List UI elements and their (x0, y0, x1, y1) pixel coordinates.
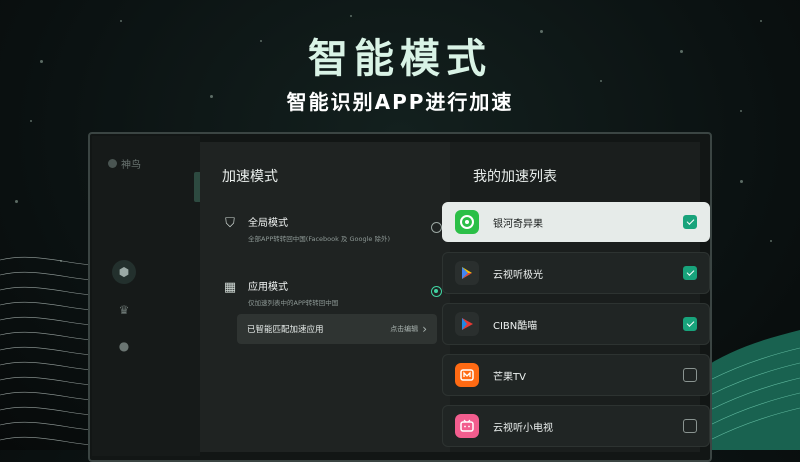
app-name: CIBN酷喵 (493, 320, 538, 332)
app-checkbox[interactable] (683, 215, 697, 229)
logo-icon (108, 159, 117, 168)
mode-option-global[interactable]: ⛉ 全局模式 全部APP转转回中国(Facebook 及 Google 除外) (222, 214, 442, 243)
mode-desc: 全部APP转转回中国(Facebook 及 Google 除外) (248, 235, 391, 243)
app-name: 云视听极光 (493, 269, 543, 281)
accel-list-title: 我的加速列表 (473, 169, 557, 185)
app-list-item[interactable]: 银河奇异果 (442, 202, 710, 242)
cibn-icon (455, 312, 479, 336)
app-sidebar (92, 136, 200, 456)
user-icon[interactable]: ● (112, 334, 136, 358)
app-checkbox[interactable] (683, 419, 697, 433)
radio-button[interactable] (431, 222, 442, 233)
app-name: 云视听小电视 (493, 422, 553, 434)
app-list-item[interactable]: CIBN酷喵 (442, 303, 710, 345)
app-name: 芒果TV (493, 371, 526, 383)
app-checkbox[interactable] (683, 317, 697, 331)
mode-name: 应用模式 (248, 282, 288, 293)
right-wave-decoration (700, 330, 800, 450)
brand-label: 神鸟 (121, 160, 141, 171)
accel-mode-title: 加速模式 (222, 169, 278, 185)
headline: 智能模式 (308, 36, 492, 82)
mode-desc: 仅加速列表中的APP转转回中国 (248, 299, 339, 307)
edit-action[interactable]: 点击编辑 › (390, 322, 427, 336)
mode-option-app[interactable]: ▦ 应用模式 仅加速列表中的APP转转回中国 (222, 278, 442, 307)
app-list-item[interactable]: 云视听极光 (442, 252, 710, 294)
bilibili-icon (455, 414, 479, 438)
crown-icon[interactable]: ♛ (112, 298, 136, 322)
app-list-item[interactable]: 芒果TV (442, 354, 710, 396)
app-name: 银河奇异果 (493, 218, 543, 230)
subheadline: 智能识别APP进行加速 (286, 90, 514, 114)
mango-icon (455, 363, 479, 387)
chevron-right-icon: › (422, 322, 427, 336)
app-brand: 神鸟 (108, 156, 141, 171)
matched-apps-label: 已智能匹配加速应用 (247, 325, 324, 335)
kiwi-icon (455, 210, 479, 234)
play-store-icon (455, 261, 479, 285)
mode-name: 全局模式 (248, 218, 288, 229)
speed-icon[interactable]: ⬢ (112, 260, 136, 284)
app-list-item[interactable]: 云视听小电视 (442, 405, 710, 447)
edit-label: 点击编辑 (390, 325, 419, 333)
app-checkbox[interactable] (683, 368, 697, 382)
grid-icon: ▦ (223, 280, 237, 295)
app-checkbox[interactable] (683, 266, 697, 280)
radio-button[interactable] (431, 286, 442, 297)
shield-icon: ⛉ (225, 216, 235, 231)
matched-apps-bar[interactable]: 已智能匹配加速应用 点击编辑 › (237, 314, 437, 344)
